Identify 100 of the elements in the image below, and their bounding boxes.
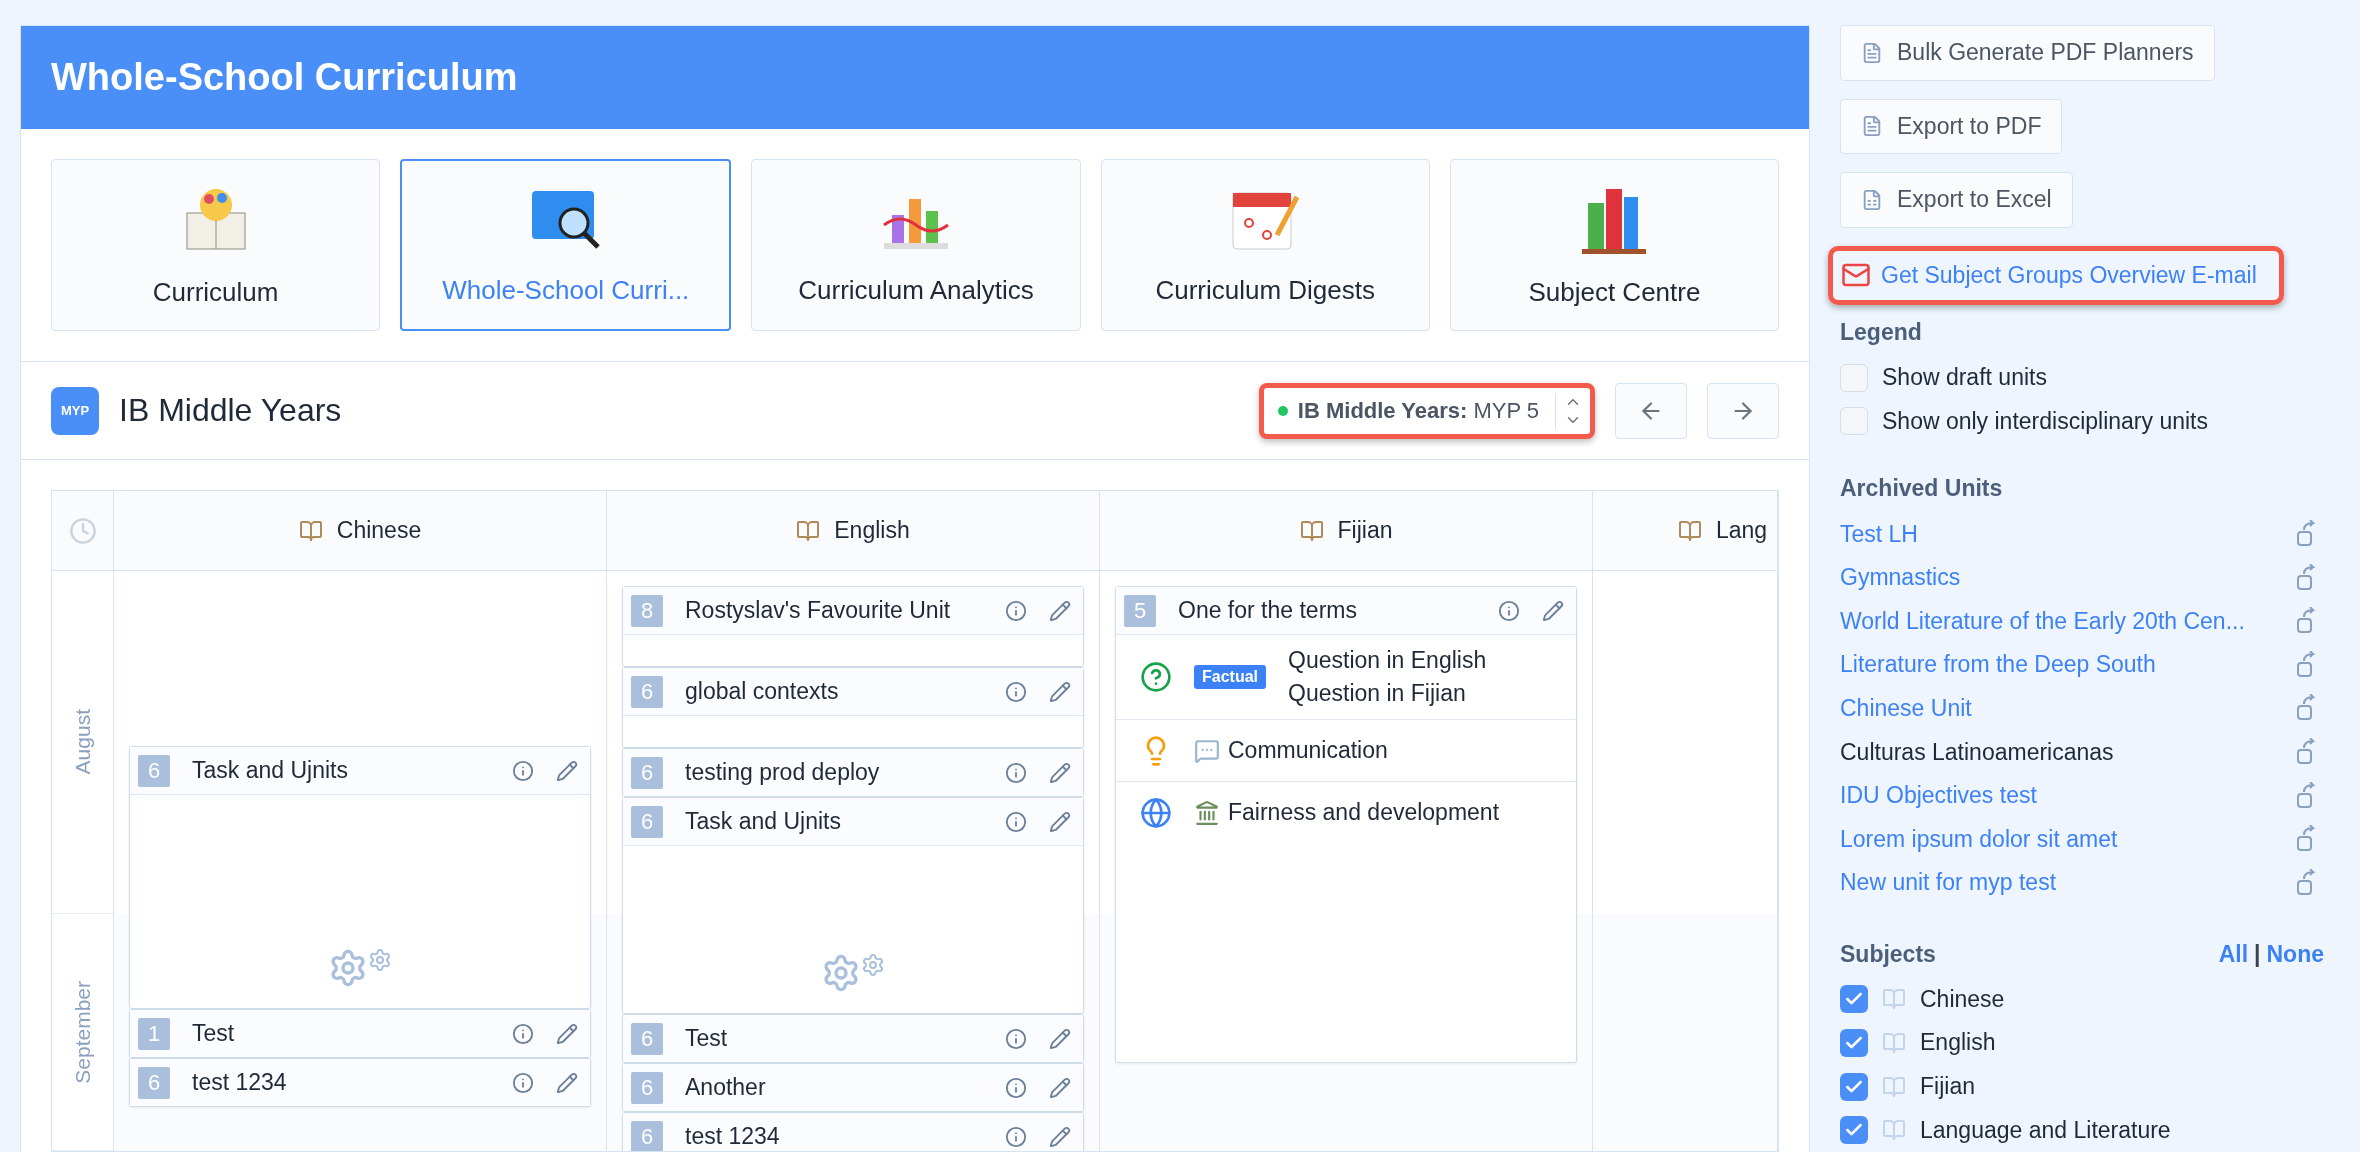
export-button[interactable]: Export to Excel <box>1840 172 2073 228</box>
unit-title: test 1234 <box>192 1069 288 1096</box>
subject-name: English <box>834 517 910 544</box>
export-button[interactable]: Export to PDF <box>1840 98 2063 155</box>
info-icon[interactable] <box>1498 599 1520 622</box>
book-icon <box>1882 1118 1906 1143</box>
unit-card[interactable]: 8 Rostyslav's Favourite Unit <box>622 586 1084 667</box>
nav-tile[interactable]: Subject Centre <box>1449 159 1779 331</box>
checkbox[interactable] <box>1840 1028 1868 1057</box>
globe-icon <box>1140 796 1172 829</box>
checkbox-label: Show only interdisciplinary units <box>1882 408 2208 435</box>
unit-title: Rostyslav's Favourite Unit <box>685 597 952 624</box>
unit-number: 8 <box>631 594 663 627</box>
book-icon <box>298 518 323 543</box>
row-text: Fairness and development <box>1228 799 1500 826</box>
checkbox[interactable] <box>1840 985 1868 1014</box>
unit-number: 6 <box>631 675 663 708</box>
unit-number: 6 <box>138 754 170 787</box>
unit-card[interactable]: 6 Test <box>622 1014 1084 1063</box>
info-icon[interactable] <box>1005 599 1027 622</box>
book-icon <box>1678 518 1702 543</box>
unit-number: 5 <box>1124 594 1156 627</box>
spreadsheet-file-icon <box>1861 188 1883 211</box>
subject-name: Fijian <box>1337 517 1393 544</box>
nav-tile[interactable]: Whole-School Curri... <box>400 159 732 331</box>
separator: | <box>2254 940 2261 968</box>
checkbox[interactable] <box>1840 1072 1868 1101</box>
month-label: August <box>70 709 95 775</box>
archived-unit-link[interactable]: Culturas Latinoamericanas <box>1840 738 2296 766</box>
book-icon <box>1882 1074 1906 1099</box>
unit-title: Task and Ujnits <box>192 757 349 784</box>
info-icon[interactable] <box>512 1022 534 1045</box>
edit-icon[interactable] <box>1049 1125 1071 1148</box>
unit-card[interactable]: 1 Test <box>129 1009 591 1058</box>
info-icon[interactable] <box>1005 1125 1027 1148</box>
book-icon <box>1882 987 1906 1012</box>
checkbox-label: Show draft units <box>1882 364 2047 392</box>
unit-number: 6 <box>631 1071 663 1104</box>
edit-icon[interactable] <box>556 759 578 782</box>
unit-number: 6 <box>631 756 663 789</box>
edit-icon[interactable] <box>1049 761 1071 784</box>
edit-icon[interactable] <box>1049 810 1071 833</box>
unit-title: testing prod deploy <box>685 759 881 786</box>
programme-selector[interactable]: IB Middle Years: MYP 5 <box>1258 382 1595 439</box>
unit-card[interactable]: 6 Another <box>622 1063 1084 1112</box>
unit-title: test 1234 <box>685 1123 781 1150</box>
book-icon <box>1299 518 1324 543</box>
edit-icon[interactable] <box>556 1071 578 1094</box>
edit-icon[interactable] <box>1542 599 1564 622</box>
unit-card[interactable]: 6 test 1234 <box>129 1058 591 1107</box>
programme-title: IB Middle Years <box>119 392 343 429</box>
info-icon[interactable] <box>512 759 534 782</box>
unit-number: 1 <box>138 1017 170 1050</box>
gears-icon <box>328 948 392 988</box>
checkbox[interactable] <box>1840 1116 1868 1145</box>
page-title: Whole-School Curriculum <box>51 56 518 99</box>
unit-title: global contexts <box>685 678 840 705</box>
edit-icon[interactable] <box>1049 1027 1071 1050</box>
info-icon[interactable] <box>1005 680 1027 703</box>
nav-tile[interactable]: Curriculum Analytics <box>751 159 1081 331</box>
book-icon <box>796 518 821 543</box>
unit-card[interactable]: 6 test 1234 <box>622 1112 1084 1151</box>
month-label: September <box>70 980 95 1084</box>
edit-icon[interactable] <box>1049 1076 1071 1099</box>
file-icon <box>1861 115 1883 138</box>
checkbox[interactable] <box>1840 363 1868 392</box>
unit-card[interactable]: 6 testing prod deploy <box>622 748 1084 797</box>
info-icon[interactable] <box>1005 810 1027 833</box>
unit-card[interactable]: 6 global contexts <box>622 667 1084 748</box>
unit-title: Another <box>685 1074 767 1101</box>
nav-tile[interactable]: Curriculum Digests <box>1100 159 1430 331</box>
subject-name: Chinese <box>336 517 422 544</box>
unit-card[interactable]: 5 One for the terms Factual Question in English Question in Fijian Communication Fairness and development <box>1115 586 1577 1063</box>
status-dot <box>1277 405 1288 416</box>
question-icon <box>1140 661 1172 693</box>
unit-title: One for the terms <box>1178 597 1358 624</box>
factual-tag: Factual <box>1194 665 1266 689</box>
checkbox-label: Fijian <box>1920 1073 1975 1100</box>
speech-bubble-icon <box>1194 737 1220 764</box>
question-text: Question in Fijian <box>1288 680 1467 707</box>
unit-card[interactable]: 6 Task and Ujnits <box>622 797 1084 1014</box>
edit-icon[interactable] <box>1049 599 1071 622</box>
unit-card[interactable]: 6 Task and Ujnits <box>129 746 591 1009</box>
info-icon[interactable] <box>1005 761 1027 784</box>
checkbox[interactable] <box>1840 407 1868 436</box>
export-button[interactable]: Bulk Generate PDF Planners <box>1840 25 2215 81</box>
programme-logo: MYP <box>51 386 99 435</box>
unit-number: 6 <box>631 1022 663 1055</box>
nav-tile[interactable]: Curriculum <box>51 159 381 331</box>
legend-heading: Legend <box>1840 319 1922 347</box>
edit-icon[interactable] <box>556 1022 578 1045</box>
info-icon[interactable] <box>512 1071 534 1094</box>
unit-number: 6 <box>138 1066 170 1099</box>
info-icon[interactable] <box>1005 1076 1027 1099</box>
unit-title: Test <box>685 1025 729 1052</box>
edit-icon[interactable] <box>1049 680 1071 703</box>
info-icon[interactable] <box>1005 1027 1027 1050</box>
file-icon <box>1861 41 1883 64</box>
subjects-heading: Subjects <box>1840 940 1937 968</box>
unit-number: 6 <box>631 805 663 838</box>
